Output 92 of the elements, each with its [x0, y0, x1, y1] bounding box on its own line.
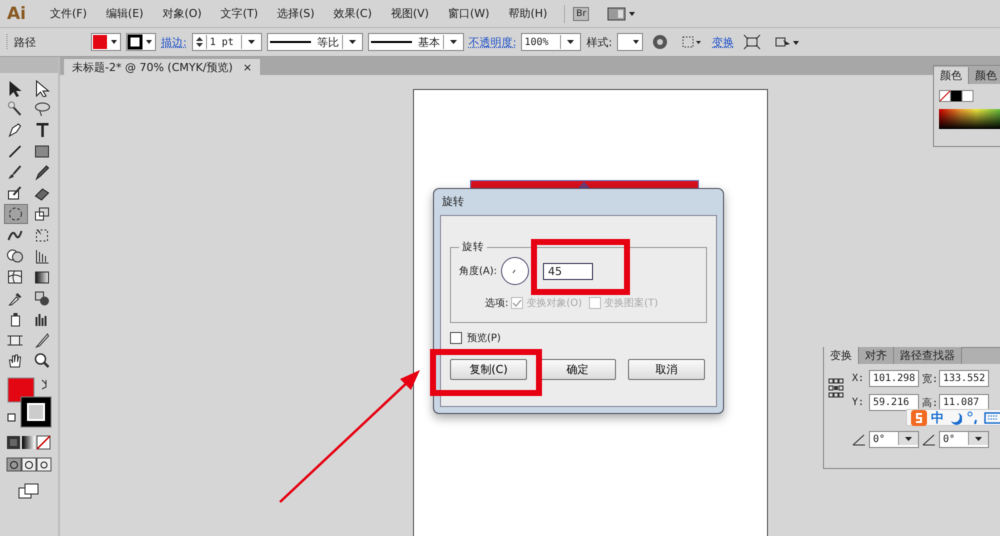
magic-wand-icon: [7, 100, 24, 118]
scale-icon: [34, 206, 51, 222]
document-tab[interactable]: 未标题-2* @ 70% (CMYK/预览) ×: [64, 59, 260, 75]
screen-mode-icon[interactable]: [18, 483, 40, 499]
brush-dropdown[interactable]: 基本: [368, 33, 464, 51]
punctuation-icon[interactable]: [966, 410, 980, 424]
lasso-icon: [34, 100, 51, 118]
menu-item[interactable]: 视图(V): [380, 6, 438, 21]
panel-tab[interactable]: 对齐: [859, 347, 894, 364]
arrow-cursor-icon: [7, 80, 24, 96]
align-menu-icon[interactable]: [681, 34, 704, 50]
pencil-icon: [34, 164, 51, 180]
menu-item[interactable]: 对象(O): [152, 6, 211, 21]
color-swatches[interactable]: [939, 90, 975, 103]
options-label: 选项:: [485, 296, 508, 310]
bridge-button[interactable]: Br: [573, 6, 590, 20]
spinner-arrows-icon[interactable]: [194, 35, 207, 49]
dialog-button[interactable]: 确定: [539, 359, 616, 380]
perspective-grid-icon: [34, 248, 51, 264]
moon-icon[interactable]: [948, 410, 962, 424]
free-transform-icon: [34, 226, 51, 244]
stroke-link[interactable]: 描边:: [161, 34, 187, 50]
field-label: 高:: [922, 396, 936, 410]
draw-mode-icons[interactable]: [4, 457, 54, 473]
coordinate-field[interactable]: 59.216: [869, 394, 919, 411]
field-label: Y:: [852, 397, 866, 408]
style-swatch[interactable]: [617, 33, 644, 51]
reference-point-icon[interactable]: [828, 378, 844, 398]
angle-icon: [852, 434, 866, 446]
knife-icon: [34, 332, 51, 348]
ime-logo-icon[interactable]: [911, 410, 927, 426]
checkbox-label: 变换图案(T): [604, 296, 658, 310]
menu-item[interactable]: 帮助(H): [498, 6, 556, 21]
zoom-icon: [34, 352, 51, 370]
angle-dial[interactable]: [500, 256, 530, 286]
field-label: X:: [852, 373, 866, 384]
stroke-swatch[interactable]: [126, 33, 156, 51]
stroke-weight-field[interactable]: 1 pt: [192, 33, 262, 51]
close-button[interactable]: ×: [242, 60, 252, 74]
panel-tab[interactable]: 颜色: [934, 67, 969, 84]
coordinate-field[interactable]: 133.552: [939, 370, 989, 387]
tool-button[interactable]: [4, 204, 28, 224]
layout-menu-icon[interactable]: [607, 6, 638, 22]
group-title: 旋转: [461, 240, 485, 254]
type-tool-icon: [34, 122, 51, 138]
checkbox-label: 变换对象(O): [526, 296, 582, 310]
arrow-cursor-icon: [34, 80, 51, 96]
fill-swatch[interactable]: [91, 33, 121, 51]
menu-item[interactable]: 窗口(W): [438, 6, 498, 21]
input-mode[interactable]: 中: [931, 408, 944, 426]
blob-brush-icon: [7, 184, 24, 202]
keyboard-icon[interactable]: [984, 410, 1000, 424]
dialog-button[interactable]: 复制(C): [450, 359, 527, 380]
gradient-icon: [34, 268, 51, 286]
style-label: 样式:: [586, 34, 612, 50]
checkbox[interactable]: [450, 332, 462, 344]
checkbox-label: 预览(P): [467, 332, 501, 345]
angle-dropdown[interactable]: 0°: [939, 431, 989, 448]
blend-icon: [34, 290, 51, 306]
dialog-title: 旋转: [441, 194, 465, 210]
menu-item[interactable]: 文件(F): [40, 6, 96, 21]
field-label: 宽:: [922, 372, 936, 386]
grip-icon[interactable]: [5, 33, 9, 51]
panel-tab[interactable]: 路径查找器: [894, 347, 962, 364]
angle-label: 角度(A):: [459, 264, 498, 278]
mesh-icon: [7, 268, 24, 286]
app-logo: Ai: [6, 4, 27, 24]
opacity-field[interactable]: 100%: [521, 33, 582, 51]
panel-tab[interactable]: 颜色: [969, 67, 1000, 84]
opacity-link[interactable]: 不透明度:: [468, 34, 516, 50]
hand-icon: [7, 352, 24, 370]
bounding-box-icon[interactable]: [743, 34, 762, 50]
brush-icon: [7, 164, 24, 180]
menu-item[interactable]: 效果(C): [324, 6, 381, 21]
coordinate-field[interactable]: 101.298: [869, 370, 919, 387]
shape-builder-icon: [7, 248, 24, 264]
pen-nib-icon: [7, 122, 24, 138]
line-icon: [7, 142, 24, 160]
angle-field[interactable]: 45: [543, 262, 594, 280]
object-type-label: 路径: [14, 34, 37, 50]
dialog-button[interactable]: 取消: [628, 359, 705, 380]
menu-item[interactable]: 文字(T): [210, 6, 268, 21]
shear-icon: [922, 434, 936, 446]
transform-link[interactable]: 变换: [712, 34, 734, 50]
panel-tab[interactable]: 变换: [824, 347, 859, 364]
rotate-icon: [7, 206, 24, 222]
angle-dropdown[interactable]: 0°: [869, 431, 919, 448]
recolor-icon[interactable]: [652, 34, 668, 50]
menu-item[interactable]: 选择(S): [267, 6, 324, 21]
rectangle-icon: [34, 142, 51, 160]
profile-dropdown[interactable]: 等比: [266, 33, 363, 51]
menu-item[interactable]: 编辑(E): [96, 6, 152, 21]
